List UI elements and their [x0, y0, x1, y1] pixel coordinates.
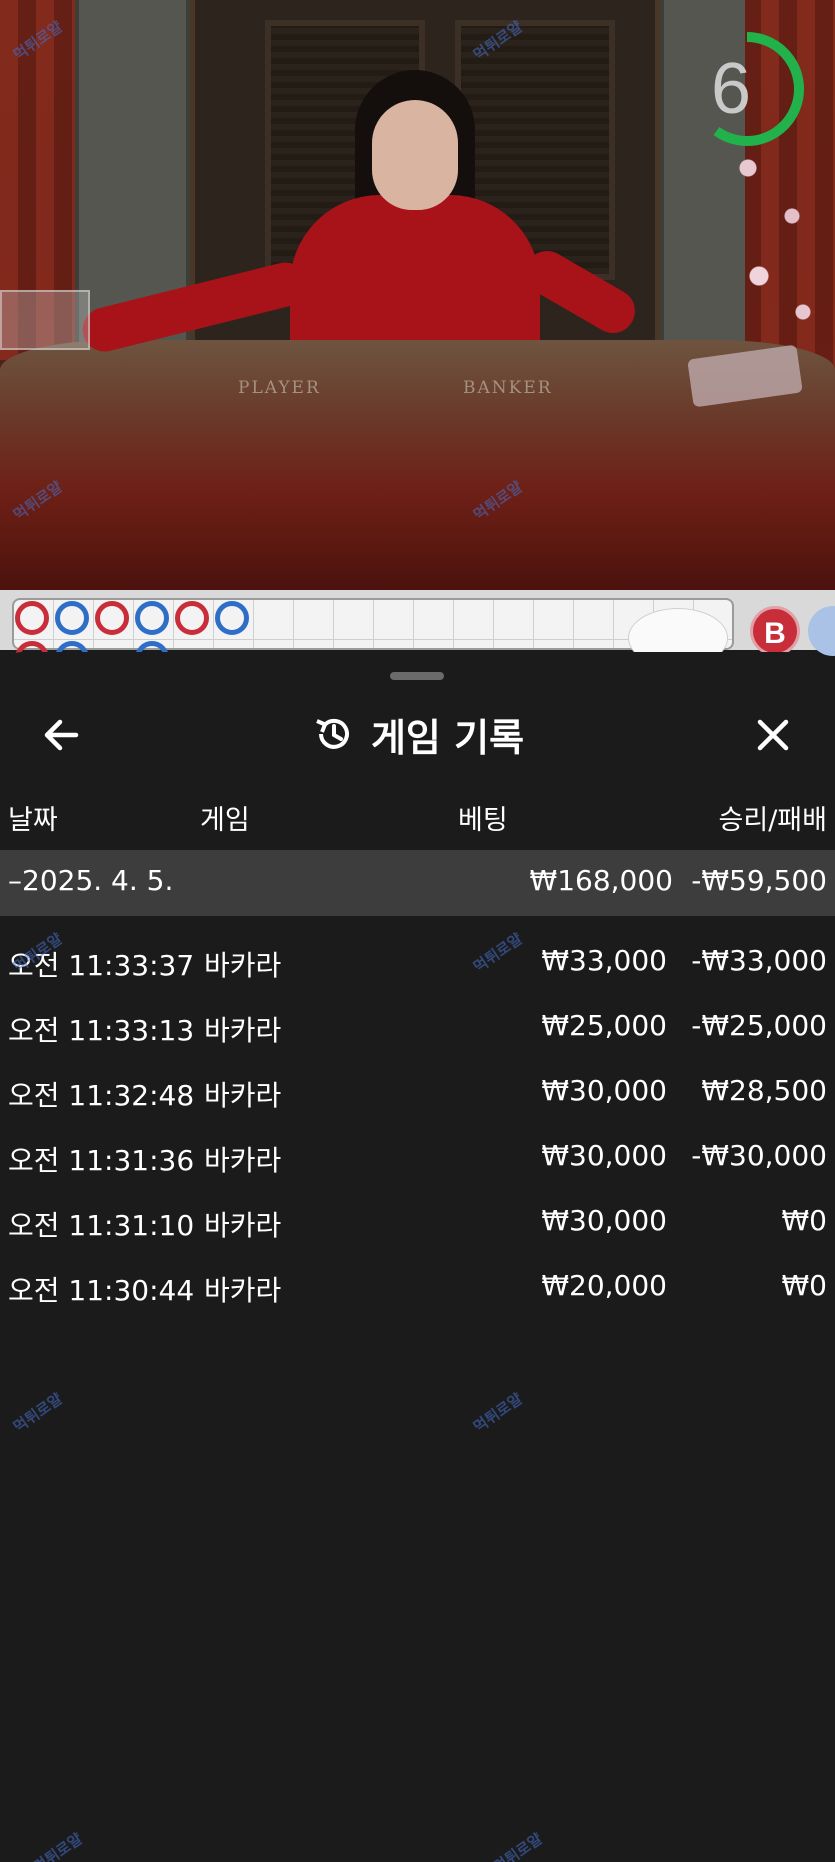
- row-game: 바카라: [204, 1079, 282, 1112]
- row-result: ₩0: [781, 1204, 828, 1237]
- row-bet: ₩30,000: [541, 1204, 667, 1237]
- sheet-header: 게임 기록: [0, 700, 835, 768]
- history-icon: [316, 718, 349, 749]
- group-total-result: -₩59,500: [691, 864, 827, 897]
- bead-road[interactable]: B: [0, 590, 835, 675]
- row-time: 오전 11:33:13: [8, 1014, 195, 1047]
- row-result: -₩30,000: [691, 1139, 827, 1172]
- row-bet: ₩30,000: [541, 1139, 667, 1172]
- row-bet: ₩30,000: [541, 1074, 667, 1107]
- banker-bead: [15, 601, 49, 635]
- table-row[interactable]: 오전 11:32:48 바카라 ₩30,000 ₩28,500: [0, 1062, 835, 1122]
- row-time: 오전 11:33:37: [8, 949, 195, 982]
- date-group-row[interactable]: –2025. 4. 5. ₩168,000 -₩59,500: [0, 850, 835, 916]
- row-result: -₩33,000: [691, 944, 827, 977]
- dealer-face: [372, 100, 458, 210]
- table-row[interactable]: 오전 11:31:10 바카라 ₩30,000 ₩0: [0, 1192, 835, 1252]
- table-row[interactable]: 오전 11:30:44 바카라 ₩20,000 ₩0: [0, 1257, 835, 1317]
- watermark: 먹튀로얄: [10, 1389, 66, 1437]
- banker-badge[interactable]: B: [750, 606, 800, 656]
- column-header-game[interactable]: 게임: [200, 798, 250, 837]
- column-header-result[interactable]: 승리/패배: [719, 798, 827, 837]
- dealer-body: [290, 195, 540, 355]
- watermark: 먹튀로얄: [30, 1829, 86, 1862]
- close-button[interactable]: [748, 710, 798, 760]
- game-history-sheet: 게임 기록 날짜 게임 베팅 승리/패배 –2025. 4. 5. ₩168,0…: [0, 652, 835, 1862]
- drag-handle[interactable]: [390, 672, 444, 680]
- live-video: PLAYER BANKER 먹튀로얄 먹튀로얄 먹튀로얄 먹튀로얄 6: [0, 0, 835, 590]
- back-button[interactable]: [36, 710, 86, 760]
- countdown-timer: 6: [688, 30, 806, 148]
- row-result: ₩28,500: [701, 1074, 827, 1107]
- column-header-date[interactable]: 날짜: [8, 798, 58, 837]
- page-title: 게임 기록: [370, 715, 525, 760]
- row-time: 오전 11:30:44: [8, 1274, 195, 1307]
- row-bet: ₩20,000: [541, 1269, 667, 1302]
- banker-bead: [95, 601, 129, 635]
- row-time: 오전 11:31:36: [8, 1144, 195, 1177]
- row-game: 바카라: [204, 1014, 282, 1047]
- banker-bead: [175, 601, 209, 635]
- row-bet: ₩33,000: [541, 944, 667, 977]
- row-result: -₩25,000: [691, 1009, 827, 1042]
- table-row[interactable]: 오전 11:33:37 바카라 ₩33,000 -₩33,000: [0, 932, 835, 992]
- row-bet: ₩25,000: [541, 1009, 667, 1042]
- table-label-player: PLAYER: [238, 378, 321, 398]
- column-header-bet[interactable]: 베팅: [458, 798, 508, 837]
- player-badge[interactable]: [808, 606, 835, 656]
- arrow-left-icon: [44, 719, 79, 751]
- row-game: 바카라: [204, 949, 282, 982]
- blossom-decoration: [715, 120, 825, 360]
- table-label-banker: BANKER: [463, 378, 553, 398]
- group-date: –2025. 4. 5.: [8, 864, 174, 897]
- player-bead: [215, 601, 249, 635]
- row-time: 오전 11:32:48: [8, 1079, 195, 1112]
- row-result: ₩0: [781, 1269, 828, 1302]
- discard-tray: [0, 290, 90, 350]
- row-game: 바카라: [204, 1274, 282, 1307]
- watermark: 먹튀로얄: [490, 1829, 546, 1862]
- row-game: 바카라: [204, 1144, 282, 1177]
- table-row[interactable]: 오전 11:31:36 바카라 ₩30,000 -₩30,000: [0, 1127, 835, 1187]
- title-group: 게임 기록: [0, 700, 835, 768]
- player-bead: [55, 601, 89, 635]
- close-icon: [757, 719, 789, 751]
- group-total-bet: ₩168,000: [529, 864, 673, 897]
- row-game: 바카라: [204, 1209, 282, 1242]
- row-time: 오전 11:31:10: [8, 1209, 195, 1242]
- watermark: 먹튀로얄: [470, 1389, 526, 1437]
- table-row[interactable]: 오전 11:33:13 바카라 ₩25,000 -₩25,000: [0, 997, 835, 1057]
- countdown-value: 6: [710, 49, 752, 129]
- player-bead: [135, 601, 169, 635]
